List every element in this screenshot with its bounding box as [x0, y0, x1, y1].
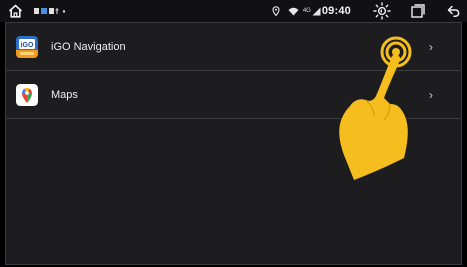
location-icon — [272, 6, 280, 16]
list-item-label: iGO Navigation — [51, 40, 126, 53]
status-bar: 4G 09:40 — [0, 0, 467, 22]
chevron-right-icon: › — [429, 87, 433, 102]
network-type: 4G — [302, 8, 311, 14]
list-item-label: Maps — [51, 88, 78, 101]
status-time: 09:40 — [321, 5, 351, 17]
igo-app-icon: iGO — [16, 35, 38, 58]
list-item-maps[interactable]: Maps › — [6, 71, 461, 119]
brightness-icon[interactable] — [373, 2, 391, 20]
back-icon[interactable] — [447, 5, 461, 17]
status-right: 4G 09:40 — [272, 0, 461, 22]
wifi-icon — [288, 7, 299, 16]
status-left — [8, 0, 67, 22]
google-maps-icon — [16, 83, 38, 106]
notification-icons — [33, 7, 67, 15]
list-item-igo-navigation[interactable]: iGO iGO Navigation › — [6, 23, 461, 71]
app-list-panel: iGO iGO Navigation › Maps › — [5, 22, 462, 265]
chevron-right-icon: › — [429, 39, 433, 54]
screen: 4G 09:40 iGO iGO Navigation › Maps › — [0, 0, 467, 267]
signal-icon — [312, 7, 321, 16]
home-icon[interactable] — [8, 4, 23, 18]
svg-text:iGO: iGO — [21, 42, 34, 49]
recent-apps-icon[interactable] — [411, 4, 425, 18]
